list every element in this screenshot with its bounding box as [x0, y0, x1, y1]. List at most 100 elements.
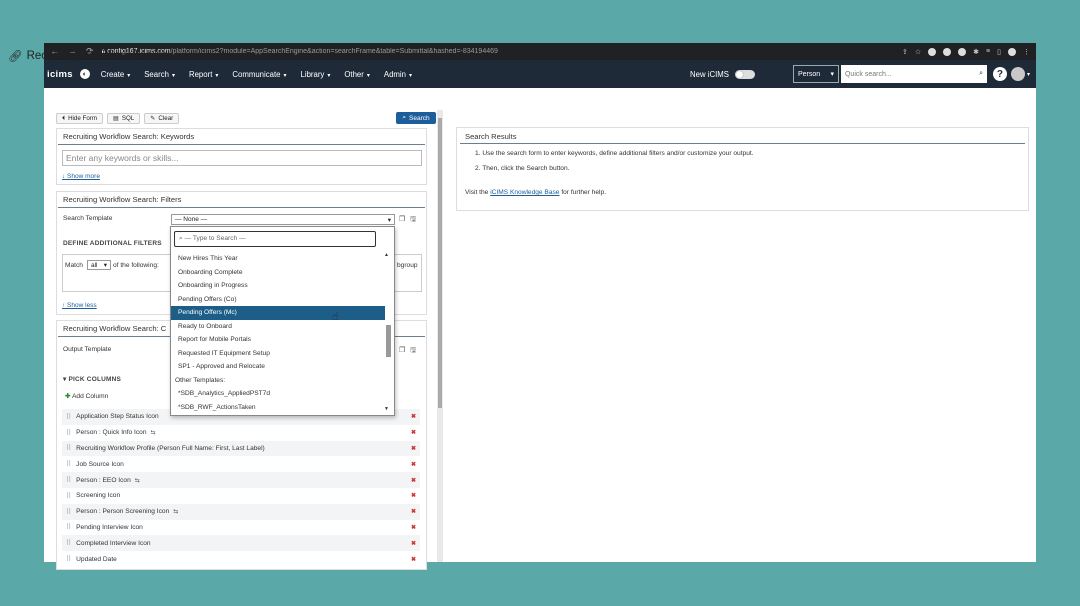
chevron-down-icon[interactable]: ▾	[1027, 71, 1030, 78]
column-row[interactable]: ⠿ Updated Date ✖	[62, 551, 420, 567]
copy-icon[interactable]: ❐	[399, 346, 405, 357]
new-icims-toggle[interactable]	[734, 69, 755, 79]
link-field-icon: ⇆	[134, 477, 140, 484]
show-less-link[interactable]: ↑ Show less	[62, 302, 97, 309]
knowledge-base-link[interactable]: iCIMS Knowledge Base	[490, 189, 559, 196]
menu-report[interactable]: Report ▾	[189, 70, 218, 79]
dropdown-option[interactable]: Pending Offers (Co)	[171, 293, 385, 307]
remove-column-icon[interactable]: ✖	[411, 445, 416, 452]
copy-icon[interactable]: ❐	[399, 215, 405, 226]
dropdown-option[interactable]: Report for Mobile Portals	[171, 333, 385, 347]
icims-logo[interactable]: icims	[47, 69, 73, 80]
dropdown-search-input[interactable]: ⌕ — Type to Search —	[174, 231, 376, 247]
left-pane-scroll-thumb[interactable]	[438, 118, 442, 408]
sql-button[interactable]: ▤ SQL	[106, 113, 141, 124]
dropdown-option[interactable]: Requested IT Equipment Setup	[171, 347, 385, 361]
clear-button[interactable]: ✎ Clear	[144, 113, 180, 124]
address-bar[interactable]: 🔒︎ config167.icims.com/platform/icims2?m…	[102, 48, 902, 56]
database-icon: ▤	[112, 115, 119, 122]
menu-create[interactable]: Create ▾	[101, 70, 130, 79]
sidepanel-icon[interactable]: ▯	[997, 48, 1001, 56]
save-icon[interactable]: 🖫︎	[410, 346, 416, 357]
add-column-button[interactable]: ✚ Add Column	[65, 392, 108, 400]
drag-handle-icon[interactable]: ⠿	[66, 413, 71, 421]
quick-search-input[interactable]: Quick search... ⌕	[840, 65, 987, 83]
column-row[interactable]: ⠿ Person : Quick Info Icon ⇆ ✖	[62, 424, 420, 441]
app-navbar: icims ◐ Create ▾ Search ▾ Report ▾ Communic…	[44, 60, 1036, 88]
remove-column-icon[interactable]: ✖	[411, 492, 416, 499]
share-icon[interactable]: ⇪	[902, 48, 908, 56]
dropdown-option[interactable]: *SDB_RWF_ActionsTaken	[171, 401, 385, 415]
playlist-icon[interactable]: ≡	[986, 48, 990, 55]
dropdown-option[interactable]: Onboarding in Progress	[171, 279, 385, 293]
menu-library[interactable]: Library ▾	[301, 70, 331, 79]
extension-icon[interactable]	[928, 47, 937, 56]
remove-column-icon[interactable]: ✖	[411, 556, 416, 563]
remove-column-icon[interactable]: ✖	[411, 477, 416, 484]
drag-handle-icon[interactable]: ⠿	[66, 460, 71, 468]
pick-columns-toggle[interactable]: ▾ PICK COLUMNS	[63, 375, 121, 383]
remove-column-icon[interactable]: ✖	[411, 524, 416, 531]
dropdown-option[interactable]: *SDB_Analytics_AppliedPST7d	[171, 387, 385, 401]
drag-handle-icon[interactable]: ⠿	[66, 429, 71, 437]
drag-handle-icon[interactable]: ⠿	[66, 492, 71, 500]
search-template-select[interactable]: — None — ▾	[171, 214, 395, 225]
dropdown-option[interactable]: New Hires This Year	[171, 252, 385, 266]
search-results-panel: Search Results 1. Use the search form to…	[456, 127, 1029, 211]
kebab-menu-icon[interactable]: ⋮	[1023, 48, 1030, 56]
remove-column-icon[interactable]: ✖	[411, 413, 416, 420]
column-row[interactable]: ⠿ Pending Interview Icon ✖	[62, 519, 420, 536]
dropdown-option[interactable]: Onboarding Complete	[171, 266, 385, 280]
form-actions: ⏴ Hide Form ▤ SQL ✎ Clear	[56, 113, 180, 124]
show-more-link[interactable]: ↓ Show more	[62, 173, 100, 180]
remove-column-icon[interactable]: ✖	[411, 429, 416, 436]
link-field-icon: ⇆	[150, 430, 156, 437]
menu-communicate[interactable]: Communicate ▾	[232, 70, 286, 79]
remove-column-icon[interactable]: ✖	[411, 540, 416, 547]
chevron-down-icon: ▾	[327, 72, 331, 79]
column-label: Job Source Icon	[76, 460, 124, 468]
pane-splitter[interactable]	[437, 110, 443, 562]
dropdown-scroll-thumb[interactable]	[386, 325, 391, 357]
profile-icon[interactable]	[1008, 47, 1016, 56]
hide-form-button[interactable]: ⏴ Hide Form	[56, 113, 103, 124]
column-row[interactable]: ⠿ Person : Person Screening Icon ⇆ ✖	[62, 503, 420, 520]
star-icon[interactable]: ☆	[915, 48, 921, 56]
dropdown-option[interactable]: SP1 - Approved and Relocate	[171, 360, 385, 374]
keywords-input[interactable]: Enter any keywords or skills...	[62, 150, 422, 166]
help-icon[interactable]: ?	[992, 67, 1007, 81]
chevron-down-icon: ▾	[127, 72, 131, 79]
search-button[interactable]: ⌕ Search	[396, 112, 436, 124]
menu-admin[interactable]: Admin ▾	[384, 70, 412, 79]
menu-other[interactable]: Other ▾	[344, 70, 370, 79]
search-type-select[interactable]: Person ▾	[792, 65, 839, 83]
dropdown-option[interactable]: Pending Offers (Mc)	[171, 306, 385, 320]
search-results-header: Search Results	[460, 128, 1025, 144]
match-select[interactable]: all ▾	[87, 260, 111, 270]
avatar[interactable]	[1010, 67, 1025, 81]
column-row[interactable]: ⠿ Person : EEO Icon ⇆ ✖	[62, 472, 420, 488]
extension-icon[interactable]	[958, 47, 967, 56]
column-row[interactable]: ⠿ Screening Icon ✖	[62, 487, 420, 504]
extension-icon[interactable]	[943, 47, 952, 56]
drag-handle-icon[interactable]: ⠿	[66, 523, 71, 531]
match-prefix: Match	[65, 262, 83, 269]
remove-column-icon[interactable]: ✖	[411, 508, 416, 515]
drag-handle-icon[interactable]: ⠿	[66, 508, 71, 516]
add-subgroup-button[interactable]: bgroup	[397, 262, 418, 269]
globe-icon[interactable]: ◐	[79, 69, 90, 79]
menu-search[interactable]: Search ▾	[144, 70, 175, 79]
dropdown-option[interactable]: Ready to Onboard	[171, 320, 385, 334]
search-icon: ⌕	[979, 70, 983, 77]
drag-handle-icon[interactable]: ⠿	[66, 444, 71, 452]
save-icon[interactable]: 🖫︎	[410, 215, 416, 226]
drag-handle-icon[interactable]: ⠿	[66, 476, 71, 484]
remove-column-icon[interactable]: ✖	[411, 461, 416, 468]
puzzle-icon[interactable]: ✱	[973, 48, 979, 56]
drag-handle-icon[interactable]: ⠿	[66, 539, 71, 547]
column-row[interactable]: ⠿ Recruiting Workflow Profile (Person Ful…	[62, 440, 420, 457]
page-title: 🔗︎ Recruiting Workflow Search	[8, 50, 169, 63]
drag-handle-icon[interactable]: ⠿	[66, 555, 71, 563]
column-row[interactable]: ⠿ Job Source Icon ✖	[62, 456, 420, 473]
column-row[interactable]: ⠿ Completed Interview Icon ✖	[62, 535, 420, 552]
